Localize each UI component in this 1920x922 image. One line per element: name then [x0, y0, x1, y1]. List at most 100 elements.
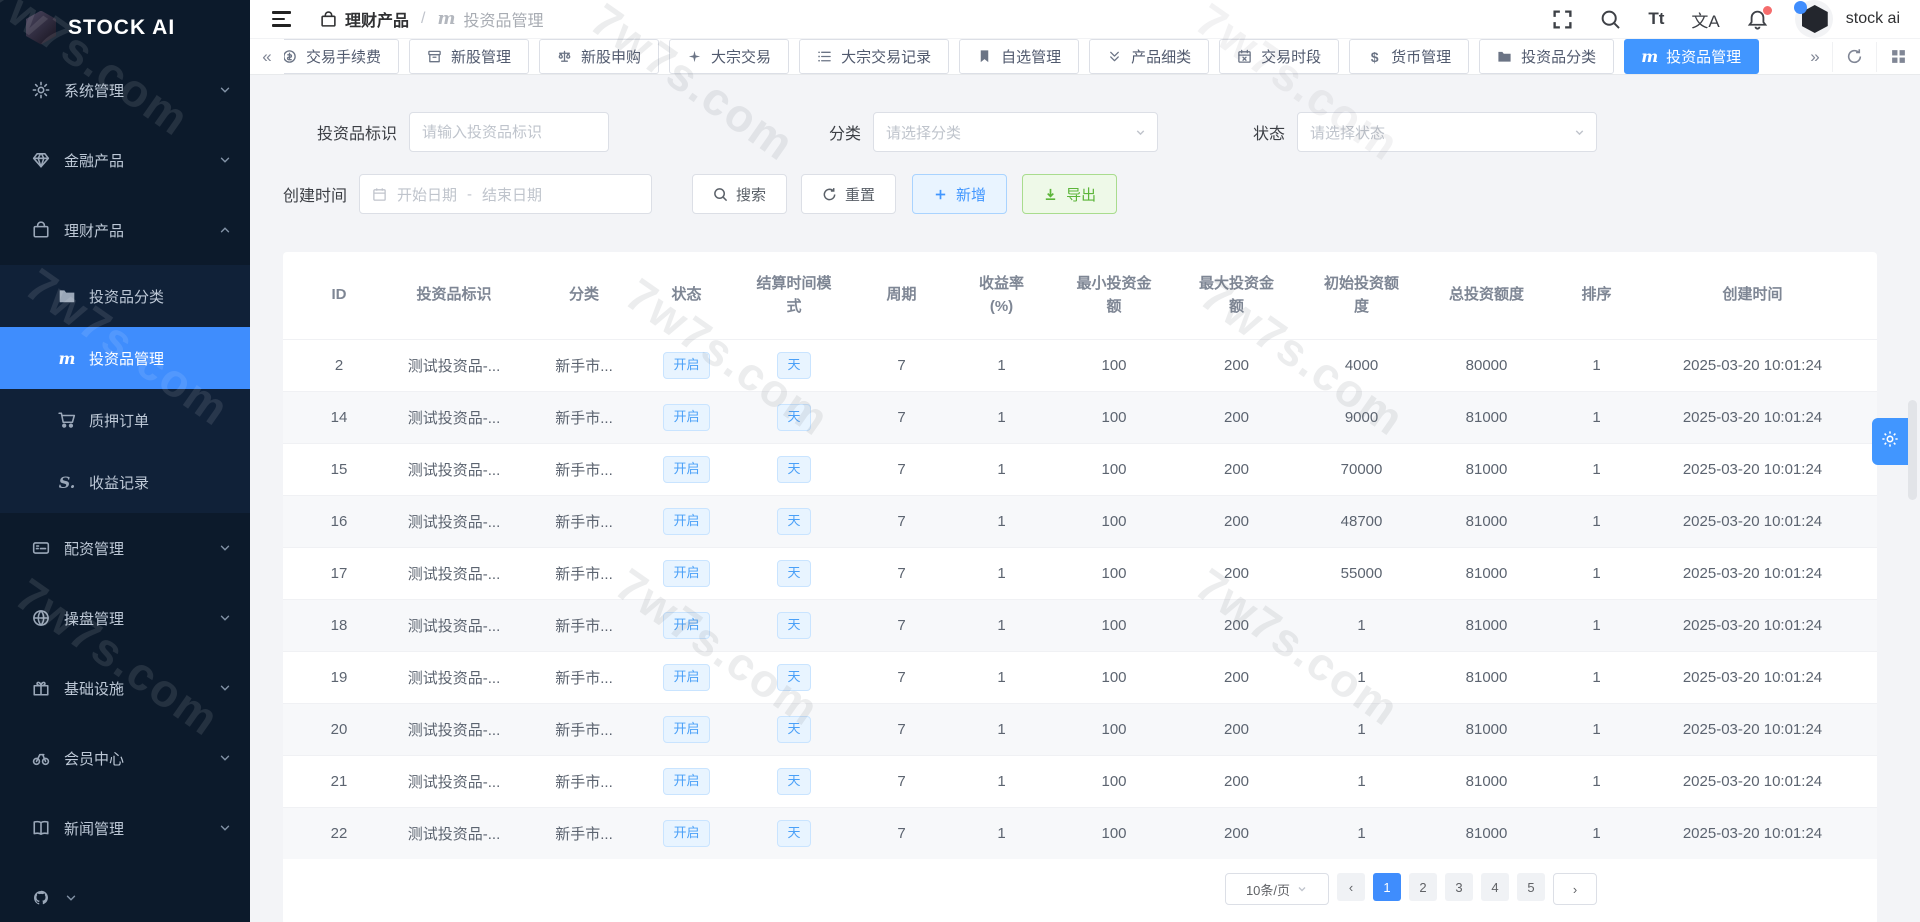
cell: 2025-03-20 10:01:24 [1682, 721, 1823, 738]
tab-6[interactable]: 产品细类 [1089, 39, 1210, 74]
coins-icon [284, 49, 297, 64]
table-row: 15 测试投资品-... 新手市... 开启 天 7 1 100 200 70000 81000 1 2… [283, 443, 1877, 495]
status-tag: 开启 [663, 768, 710, 795]
cell: 20 [330, 721, 348, 738]
sparkle-icon [687, 49, 702, 64]
mode-tag: 天 [777, 456, 811, 483]
font-size-icon[interactable]: Tt [1648, 9, 1664, 29]
tab-5[interactable]: 自选管理 [959, 39, 1080, 74]
tab-0[interactable]: 交易手续费 [284, 39, 400, 74]
page-size-select[interactable]: 10条/页 [1225, 873, 1329, 905]
cell: 7 [897, 669, 906, 686]
search-icon[interactable] [1600, 9, 1621, 30]
cell: 81000 [1465, 461, 1508, 478]
category-placeholder: 请选择分类 [886, 124, 962, 142]
chevron-down-icon [64, 891, 78, 905]
date-range-picker[interactable]: 开始日期 - 结束日期 [359, 174, 653, 214]
pagination-page-3[interactable]: 3 [1445, 873, 1473, 901]
tab-2[interactable]: 新股申购 [539, 39, 660, 74]
tab-8[interactable]: $ 货币管理 [1349, 39, 1470, 74]
sidebar-item-1[interactable]: 金融产品 [0, 125, 250, 195]
category-select[interactable]: 请选择分类 [873, 112, 1159, 152]
sidebar-item-9[interactable]: 基础设施 [0, 653, 250, 723]
notification-bell-icon[interactable] [1747, 5, 1772, 30]
pagination-page-5[interactable]: 5 [1517, 873, 1545, 901]
add-button[interactable]: 新增 [912, 174, 1008, 214]
cell: 新手市... [555, 358, 613, 375]
sidebar-item-4[interactable]: m 投资品管理 [0, 327, 250, 389]
tab-4[interactable]: 大宗交易记录 [799, 39, 950, 74]
tab-7[interactable]: 交易时段 [1219, 39, 1340, 74]
cell: 19 [330, 669, 348, 686]
cell: 55000 [1340, 565, 1383, 582]
cell: 1 [997, 409, 1006, 426]
status-tag: 开启 [663, 508, 710, 535]
sidebar-item-5[interactable]: 质押订单 [0, 389, 250, 451]
pagination-prev-button[interactable]: ‹ [1337, 873, 1365, 901]
tab-label: 产品细类 [1131, 49, 1192, 66]
folder-icon [1497, 49, 1512, 64]
sidebar-item-6[interactable]: S. 收益记录 [0, 451, 250, 513]
status-select[interactable]: 请选择状态 [1297, 112, 1598, 152]
sidebar-item-10[interactable]: 会员中心 [0, 723, 250, 793]
cell: 100 [1101, 565, 1127, 582]
cell: 天 [734, 664, 854, 691]
avatar[interactable] [1793, 0, 1833, 38]
settings-fab[interactable] [1872, 418, 1908, 465]
fullscreen-icon[interactable] [1552, 9, 1573, 30]
chevron-down-icon [218, 83, 232, 97]
cell: 4000 [1344, 357, 1379, 374]
scrollbar-thumb[interactable] [1908, 400, 1917, 500]
cell: 开启 [639, 820, 734, 847]
breadcrumb-parent[interactable]: 理财产品 [345, 7, 409, 31]
cell: 81000 [1465, 409, 1508, 426]
investment-id-input[interactable] [409, 112, 610, 152]
column-header-2: 分类 [568, 286, 599, 304]
refresh-icon[interactable] [1832, 41, 1876, 72]
sidebar-item-7[interactable]: 配资管理 [0, 513, 250, 583]
cell: 2025-03-20 10:01:24 [1682, 357, 1823, 374]
reset-button[interactable]: 重置 [801, 174, 897, 214]
pagination-page-4[interactable]: 4 [1481, 873, 1509, 901]
sidebar-item-2[interactable]: 理财产品 [0, 195, 250, 265]
pagination-page-2[interactable]: 2 [1409, 873, 1437, 901]
username[interactable]: stock ai [1846, 10, 1900, 28]
menu-collapse-icon[interactable] [272, 11, 292, 27]
layout-grid-icon[interactable] [1876, 41, 1920, 72]
cell: 开启 [639, 768, 734, 795]
cell: 100 [1101, 409, 1127, 426]
sidebar-item-8[interactable]: 操盘管理 [0, 583, 250, 653]
tab-3[interactable]: 大宗交易 [669, 39, 790, 74]
globe-icon [32, 609, 50, 627]
download-icon [1043, 187, 1058, 202]
tabs-scroll-left-icon[interactable]: « [250, 47, 284, 67]
cell: 200 [1223, 357, 1250, 374]
status-tag: 开启 [663, 456, 710, 483]
sidebar-item-11[interactable]: 新闻管理 [0, 793, 250, 863]
cell: 81000 [1465, 721, 1508, 738]
tabs-scroll-right-icon[interactable]: » [1798, 47, 1832, 67]
export-button[interactable]: 导出 [1022, 174, 1118, 214]
cell: 2025-03-20 10:01:24 [1682, 773, 1823, 790]
mode-tag: 天 [777, 352, 811, 379]
logo-icon [26, 10, 56, 45]
pagination-next-button[interactable]: › [1553, 873, 1597, 905]
sidebar-item-0[interactable]: 系统管理 [0, 55, 250, 125]
tab-label: 交易时段 [1261, 49, 1322, 66]
tab-9[interactable]: 投资品分类 [1479, 39, 1615, 74]
tab-10[interactable]: m 投资品管理 [1624, 39, 1760, 74]
search-button[interactable]: 搜索 [692, 174, 788, 214]
sidebar-item-label: 在线客服 [34, 890, 48, 905]
sidebar-item-label: 投资品管理 [89, 350, 165, 368]
pagination-page-1[interactable]: 1 [1373, 873, 1401, 901]
sidebar-item-3[interactable]: 投资品分类 [0, 265, 250, 327]
cell: 1 [1592, 513, 1601, 530]
page-size-value: 10条/页 [1245, 882, 1291, 898]
s-icon: S. [58, 472, 76, 492]
book-icon [32, 819, 50, 837]
sidebar-item-label: 基础设施 [64, 680, 125, 698]
translate-icon[interactable]: 文A [1691, 7, 1719, 32]
column-header-11: 排序 [1581, 286, 1612, 304]
sidebar-item-12[interactable]: 在线客服 [0, 863, 250, 922]
tab-1[interactable]: 新股管理 [409, 39, 530, 74]
